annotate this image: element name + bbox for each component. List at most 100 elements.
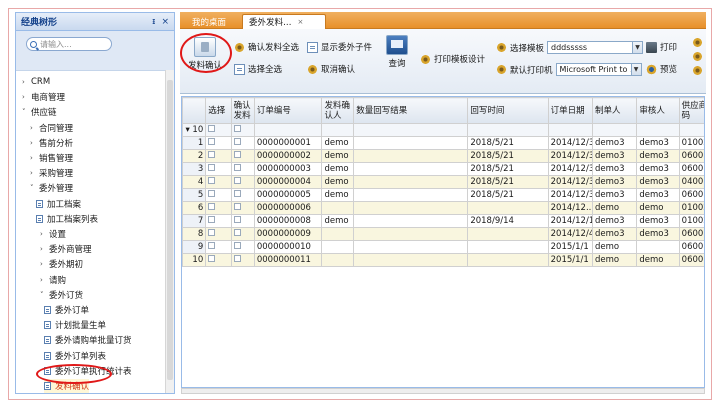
select-checkbox-cell[interactable]	[205, 227, 232, 241]
filter-cell[interactable]	[353, 123, 469, 137]
col-header[interactable]: 订单编号	[253, 97, 323, 124]
table-cell[interactable]: 0000000009	[253, 227, 323, 241]
table-cell[interactable]: 2018/5/21	[467, 188, 549, 202]
table-cell[interactable]: 06001	[678, 188, 704, 202]
table-cell[interactable]	[467, 201, 549, 215]
checkbox[interactable]	[208, 242, 216, 249]
table-cell[interactable]: 01002	[678, 136, 704, 150]
filter-cell[interactable]	[230, 123, 255, 137]
table-cell[interactable]: 06001	[678, 227, 704, 241]
table-cell[interactable]	[321, 253, 355, 267]
table-cell[interactable]: 0000000008	[253, 214, 323, 228]
table-row[interactable]: 9 0000000010 2015/1/1demo 06001	[182, 240, 704, 254]
select-all-button[interactable]: 选择全选	[234, 63, 282, 75]
col-header[interactable]: 供应商编码	[678, 97, 704, 124]
select-checkbox-cell[interactable]	[205, 214, 232, 228]
print-button[interactable]: 打印	[646, 41, 677, 53]
checkbox[interactable]	[233, 229, 241, 236]
table-cell[interactable]: demo	[321, 136, 355, 150]
table-cell[interactable]: demo	[636, 253, 680, 267]
table-cell[interactable]: 06001	[678, 149, 704, 163]
table-row[interactable]: 1 0000000001 demo 2018/5/21 2014/12/3 demo3 de…	[182, 136, 704, 150]
table-row[interactable]: 2 0000000002 demo 2018/5/21 2014/12/3 demo3 de…	[182, 149, 704, 163]
tree-item[interactable]: 加工档案列表	[36, 212, 98, 226]
tree-item[interactable]: › 委外商管理	[40, 242, 92, 256]
table-cell[interactable]: 0000000004	[253, 175, 323, 189]
filter-cell[interactable]	[678, 123, 704, 137]
table-cell[interactable]	[321, 201, 355, 215]
close-icon[interactable]: ×	[161, 17, 169, 27]
filter-cell[interactable]	[592, 123, 638, 137]
confirm-checkbox-cell[interactable]	[230, 162, 255, 176]
chevron-right-icon[interactable]: ›	[30, 154, 39, 162]
table-cell[interactable]: demo	[592, 240, 638, 254]
filter-cell[interactable]	[253, 123, 323, 137]
tree-item[interactable]: › 电商管理	[22, 90, 65, 104]
table-cell[interactable]	[467, 253, 549, 267]
tree-item[interactable]: › 销售管理	[30, 151, 73, 165]
filter-cell[interactable]	[636, 123, 680, 137]
table-cell[interactable]	[353, 136, 469, 150]
select-checkbox-cell[interactable]	[205, 175, 232, 189]
table-cell[interactable]: 2015/1/1	[547, 240, 594, 254]
chevron-right-icon[interactable]: ›	[40, 260, 49, 268]
tree-item[interactable]: 委外请购单批量订货	[44, 333, 132, 347]
confirm-checkbox-cell[interactable]	[230, 175, 255, 189]
more-icon[interactable]	[692, 51, 703, 62]
table-cell[interactable]	[467, 240, 549, 254]
col-header[interactable]: 审核人	[636, 97, 680, 124]
checkbox[interactable]	[208, 216, 216, 223]
table-cell[interactable]	[321, 240, 355, 254]
table-cell[interactable]: demo	[321, 214, 355, 228]
confirm-all-button[interactable]: 确认发料全选	[234, 41, 299, 53]
table-cell[interactable]: demo	[321, 175, 355, 189]
table-cell[interactable]: 0000000006	[253, 201, 323, 215]
table-cell[interactable]: demo3	[592, 175, 638, 189]
filter-rownum[interactable]: ▾ 10	[182, 123, 207, 137]
table-cell[interactable]	[636, 240, 680, 254]
table-row[interactable]: 800000000092014/12/4demo3demo306001	[182, 227, 704, 241]
tree-scrollbar[interactable]	[165, 70, 174, 393]
checkbox[interactable]	[208, 138, 216, 145]
table-cell[interactable]: demo3	[636, 149, 680, 163]
table-cell[interactable]: demo3	[636, 227, 680, 241]
checkbox[interactable]	[208, 190, 216, 197]
select-checkbox-cell[interactable]	[205, 201, 232, 215]
table-cell[interactable]: 2014/12/3	[547, 136, 594, 150]
table-cell[interactable]: 01002	[678, 214, 704, 228]
col-header[interactable]: 制单人	[592, 97, 638, 124]
table-cell[interactable]: 2014/12...	[547, 201, 594, 215]
table-cell[interactable]: 06001	[678, 253, 704, 267]
checkbox[interactable]	[208, 255, 216, 262]
tree-item[interactable]: ˅ 供应链	[22, 105, 57, 119]
checkbox[interactable]	[208, 203, 216, 210]
table-cell[interactable]: 2015/1/1	[547, 253, 594, 267]
table-cell[interactable]: 2018/5/21	[467, 149, 549, 163]
table-cell[interactable]: 2018/5/21	[467, 175, 549, 189]
table-cell[interactable]: demo3	[636, 175, 680, 189]
checkbox[interactable]	[233, 190, 241, 197]
table-cell[interactable]: 0000000002	[253, 149, 323, 163]
preview-button[interactable]: 预览	[646, 63, 677, 75]
chevron-down-icon[interactable]: ▼	[632, 42, 643, 53]
chevron-down-icon[interactable]: ˅	[40, 291, 49, 299]
checkbox[interactable]	[233, 138, 241, 145]
table-cell[interactable]: demo	[636, 201, 680, 215]
table-row[interactable]: 5 0000000005 demo 2018/5/21 2014/12/3 demo3 de…	[182, 188, 704, 202]
table-cell[interactable]: demo3	[636, 214, 680, 228]
table-cell[interactable]: 2018/5/21	[467, 136, 549, 150]
table-cell[interactable]: demo	[321, 188, 355, 202]
checkbox[interactable]	[208, 229, 216, 236]
col-header[interactable]: 发料确认人	[321, 97, 355, 124]
tree-item[interactable]: › CRM	[22, 75, 50, 89]
table-cell[interactable]	[321, 227, 355, 241]
pin-icon[interactable]: ᵻ	[152, 17, 155, 27]
chevron-right-icon[interactable]: ›	[30, 139, 39, 147]
chevron-right-icon[interactable]: ›	[40, 276, 49, 284]
checkbox[interactable]	[233, 242, 241, 249]
confirm-checkbox-cell[interactable]	[230, 149, 255, 163]
tab-desktop[interactable]: 我的桌面	[186, 14, 232, 29]
table-cell[interactable]: 2014/12/1	[547, 214, 594, 228]
chevron-right-icon[interactable]: ›	[40, 245, 49, 253]
select-checkbox-cell[interactable]	[205, 253, 232, 267]
